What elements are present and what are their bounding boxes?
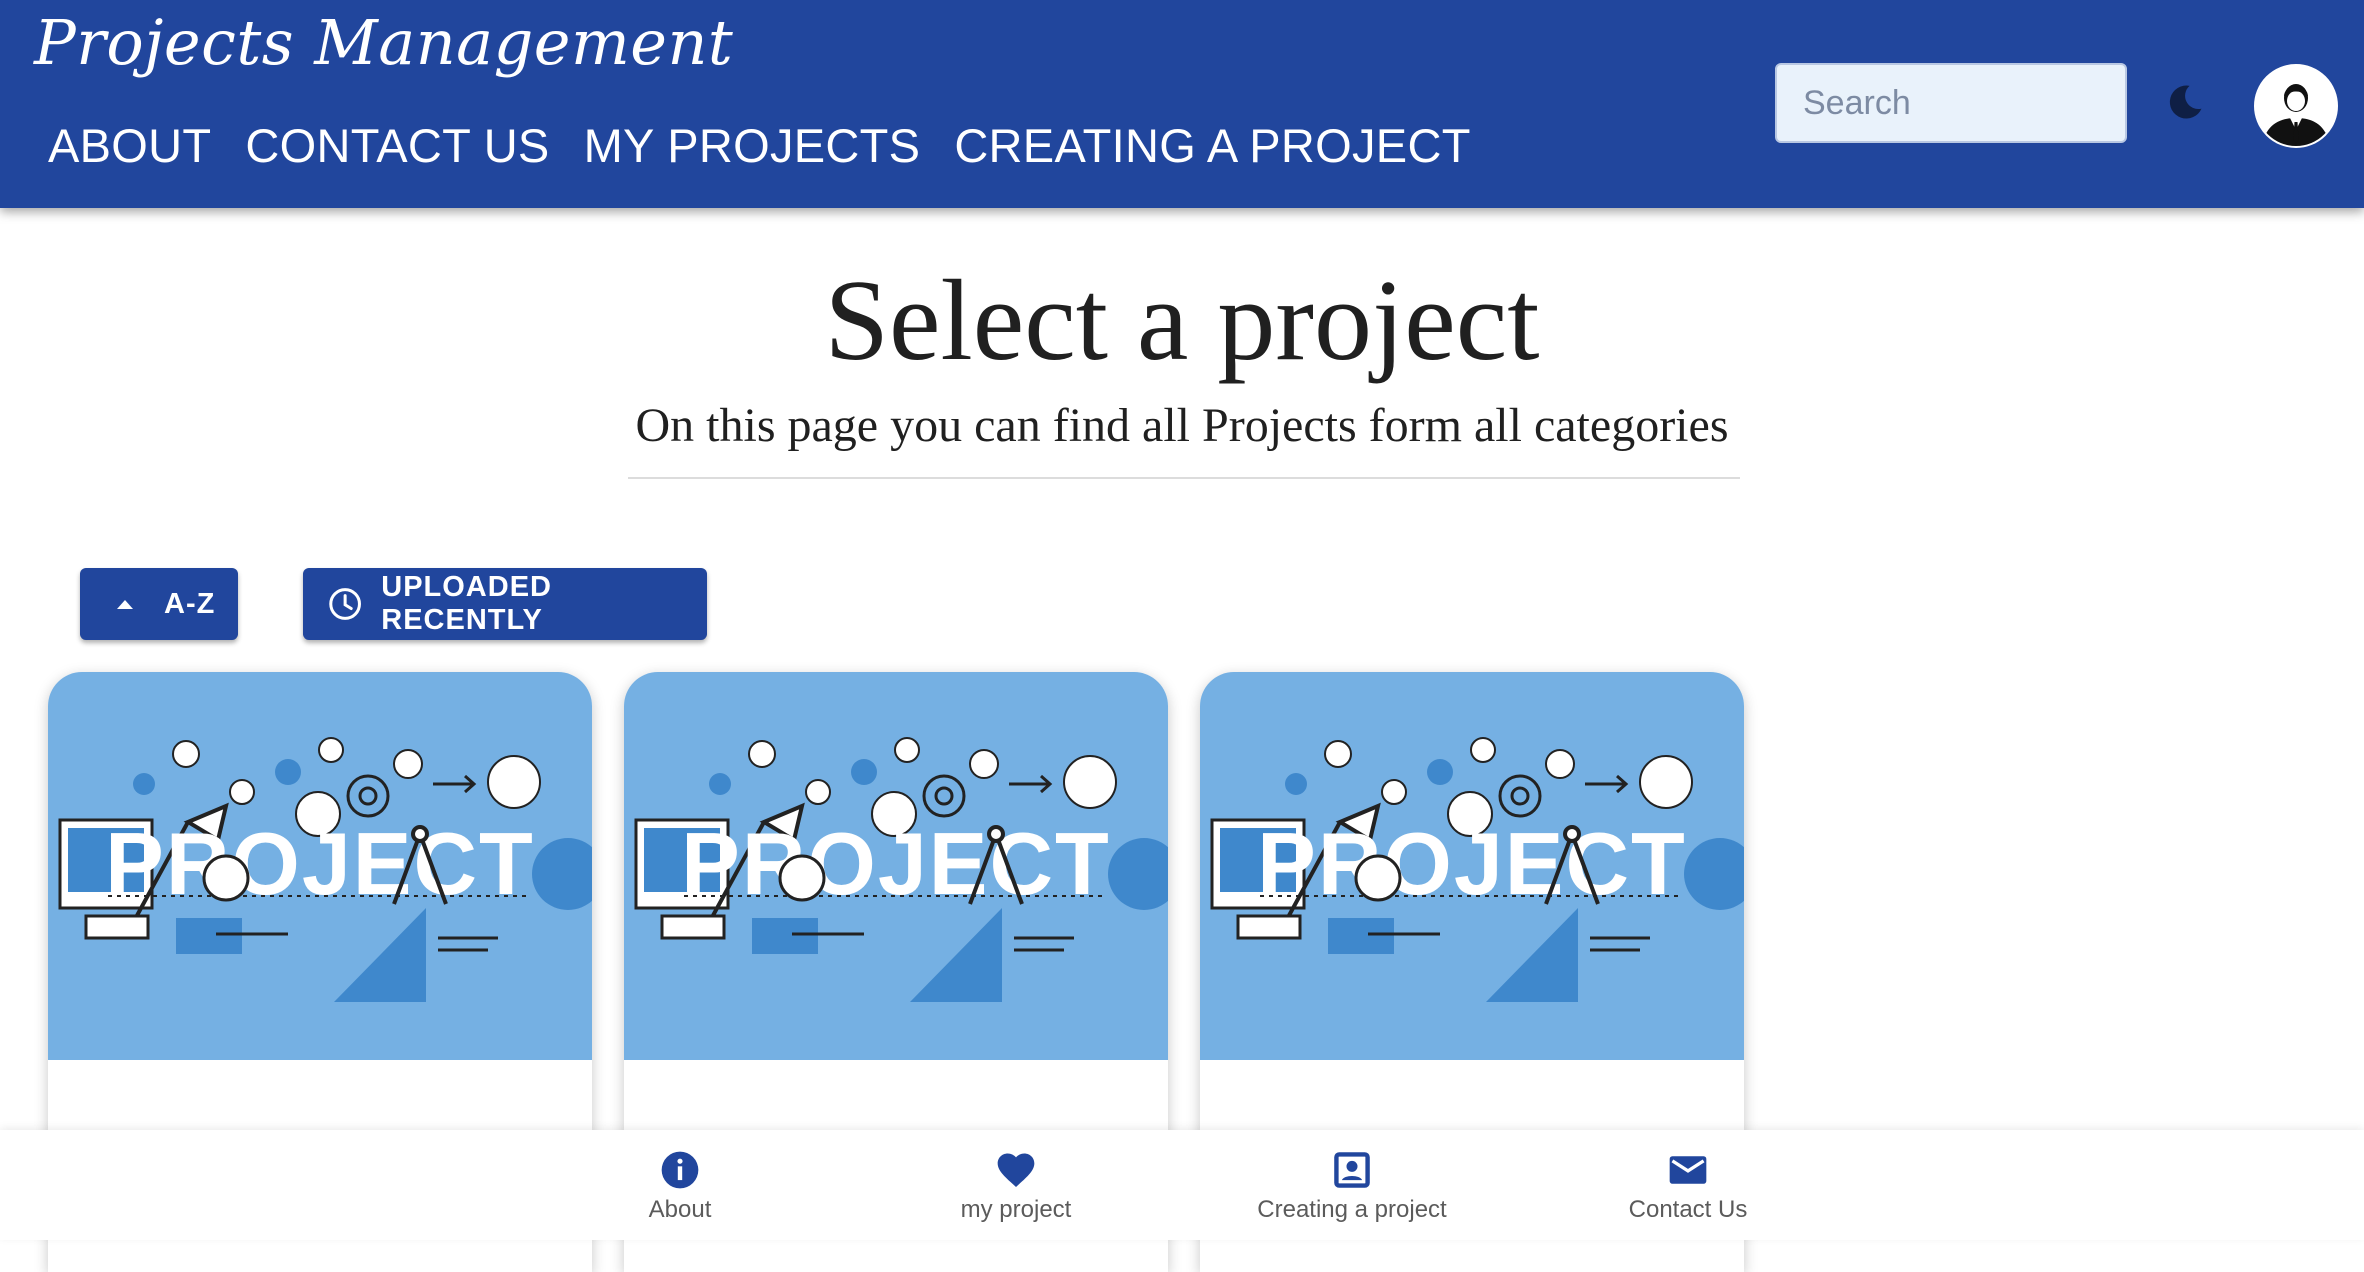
mail-icon <box>1669 1156 1707 1184</box>
bottom-navigation: About my project Creating a project Cont… <box>0 1130 2364 1240</box>
project-card-image: PROJECT <box>1200 672 1744 1060</box>
user-silhouette-icon <box>2256 66 2336 146</box>
nav-about[interactable]: ABOUT <box>48 118 211 173</box>
nav-contact-us[interactable]: CONTACT US <box>245 118 549 173</box>
project-card-image: PROJECT <box>624 672 1168 1060</box>
app-title[interactable]: Projects Management <box>34 6 733 79</box>
project-card-image: PROJECT <box>48 672 592 1060</box>
bottom-nav-my-project[interactable]: my project <box>866 1148 1166 1224</box>
sort-az-label: A-Z <box>164 587 216 620</box>
page-subtitle: On this page you can find all Projects f… <box>635 399 1729 452</box>
bottom-nav-creating-a-project[interactable]: Creating a project <box>1202 1148 1502 1224</box>
project-card-image-text: PROJECT <box>681 814 1111 913</box>
bottom-nav-contact-us[interactable]: Contact Us <box>1538 1148 1838 1224</box>
heading-divider <box>628 477 1740 479</box>
info-icon <box>661 1151 699 1189</box>
page-title: Select a project <box>824 257 1540 385</box>
bottom-nav-my-project-label: my project <box>960 1196 1072 1223</box>
bottom-nav-contact-us-label: Contact Us <box>1628 1196 1748 1223</box>
uploaded-recently-button[interactable]: UPLOADED RECENTLY <box>303 568 707 640</box>
heart-icon <box>997 1153 1035 1188</box>
bottom-nav-about-label: About <box>648 1196 712 1223</box>
clock-icon <box>329 588 361 620</box>
project-illustration: PROJECT <box>634 737 1168 1002</box>
search-box <box>1775 63 2248 143</box>
nav-my-projects[interactable]: MY PROJECTS <box>584 118 921 173</box>
project-illustration: PROJECT <box>58 737 592 1002</box>
avatar[interactable] <box>2254 64 2338 148</box>
caret-up-icon <box>117 600 133 609</box>
app-bar: Projects Management ABOUT CONTACT US MY … <box>0 0 2364 208</box>
uploaded-recently-label: UPLOADED RECENTLY <box>381 571 552 636</box>
nav-creating-a-project[interactable]: CREATING A PROJECT <box>954 118 1470 173</box>
project-card-image-text: PROJECT <box>1257 814 1687 913</box>
contact-card-icon <box>1334 1152 1370 1188</box>
project-illustration: PROJECT <box>1210 737 1744 1002</box>
bottom-nav-about[interactable]: About <box>530 1148 830 1224</box>
bottom-nav-creating-a-project-label: Creating a project <box>1257 1196 1447 1223</box>
project-card-image-text: PROJECT <box>105 814 535 913</box>
main-nav: ABOUT CONTACT US MY PROJECTS CREATING A … <box>48 118 1471 173</box>
sort-az-button[interactable]: A-Z <box>80 568 238 640</box>
moon-icon[interactable] <box>2163 80 2207 124</box>
